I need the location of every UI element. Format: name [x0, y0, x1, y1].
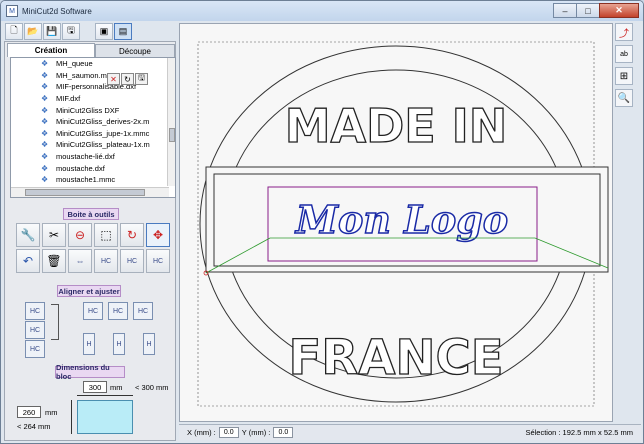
align-label: Aligner et ajuster: [57, 285, 121, 297]
duplicate-h-icon[interactable]: HC: [94, 249, 118, 273]
list-item[interactable]: ❖ MiniCut2Gliss_jupe-1x.mmc: [11, 128, 175, 140]
list-item[interactable]: ❖ MiniCut2Gliss DXF: [11, 104, 175, 116]
app-window: M MiniCut2d Software – □ ✕ 🗋 📂 💾 🖫 ▣ ▤ C…: [0, 0, 644, 444]
tab-decoupe[interactable]: Découpe: [95, 44, 175, 57]
logo-text: Mon Logo: [294, 197, 508, 242]
save-as-icon[interactable]: 💾: [43, 22, 61, 40]
right-toolbar: ⤴ ab ⊞ 🔍: [615, 23, 637, 111]
zoom-icon[interactable]: 🔍: [615, 89, 633, 107]
duplicate-v-icon[interactable]: HC: [120, 249, 144, 273]
distribute-right-icon[interactable]: H: [143, 333, 155, 355]
list-item[interactable]: ❖ MH_saumon.mmc: [11, 70, 175, 82]
title-bar: M MiniCut2d Software – □ ✕: [1, 1, 643, 21]
list-item[interactable]: ❖ MIF.dxf: [11, 93, 175, 105]
remove-node-icon[interactable]: ⊖: [68, 223, 92, 247]
align-bracket: [51, 304, 59, 340]
file-icon: ❖: [41, 128, 49, 138]
text-tool-icon[interactable]: ab: [615, 45, 633, 63]
distribute-left-icon[interactable]: H: [83, 333, 95, 355]
list-item[interactable]: ❖ MiniCut2Gliss_plateau-1x.m: [11, 139, 175, 151]
mirror-icon[interactable]: ⇔: [68, 249, 92, 273]
x-coordinate-value: 0.0: [218, 427, 239, 438]
close-button[interactable]: ✕: [599, 3, 639, 18]
open-folder-icon[interactable]: 📂: [24, 22, 42, 40]
scissors-icon[interactable]: ✂: [42, 223, 66, 247]
multi-view-icon[interactable]: ▤: [114, 22, 132, 40]
height-unit: mm: [45, 408, 58, 417]
window-title: MiniCut2d Software: [22, 6, 92, 16]
file-icon: ❖: [41, 175, 49, 185]
file-icon: ❖: [41, 140, 49, 150]
file-icon: ❖: [41, 163, 49, 173]
file-icon: ❖: [41, 152, 49, 162]
toolbox-grid: 🔧 ✂ ⊖ ⬚ ↻ ✥ ↶ 🗑 ⇔ HC HC HC: [16, 223, 170, 273]
file-icon: ❖: [41, 105, 49, 115]
y-coordinate-label: Y (mm) :: [241, 428, 271, 437]
height-input[interactable]: 260: [17, 406, 41, 418]
file-icon: ❖: [41, 70, 49, 80]
file-icon: ❖: [41, 94, 49, 104]
window-controls: – □ ✕: [553, 3, 639, 18]
width-unit: mm: [110, 383, 123, 392]
list-item[interactable]: ❖ MH_queue: [11, 58, 175, 70]
new-file-icon[interactable]: 🗋: [5, 22, 23, 40]
design-svg: MADE IN FRANCE Mon Logo: [197, 41, 609, 407]
x-coordinate-label: X (mm) :: [187, 428, 216, 437]
array-icon[interactable]: HC: [146, 249, 170, 273]
save-icon[interactable]: 🖫: [62, 22, 80, 40]
distribute-center-icon[interactable]: H: [113, 333, 125, 355]
undo-icon[interactable]: ↶: [16, 249, 40, 273]
align-middle-icon[interactable]: HC: [108, 302, 128, 320]
width-limit: < 300 mm: [135, 383, 169, 392]
width-input[interactable]: 300: [83, 381, 107, 393]
align-left-icon[interactable]: HC: [25, 302, 45, 320]
left-panel: Création Découpe ❖ MH_queue ❖ MH_saumon.mm…: [4, 41, 176, 441]
refresh-icon[interactable]: ↻: [121, 73, 134, 85]
align-right-icon[interactable]: HC: [25, 340, 45, 358]
file-icon: ❖: [41, 59, 49, 69]
width-arrow: [77, 395, 133, 396]
toolbox-label: Boite à outils: [63, 208, 119, 220]
dimensions-label: Dimensions du bloc: [55, 363, 125, 381]
block-preview: [77, 400, 133, 434]
file-tools: ✕ ↻ 🖫: [107, 73, 148, 85]
drawing-canvas[interactable]: MADE IN FRANCE Mon Logo: [179, 23, 613, 422]
main-toolbar: 🗋 📂 💾 🖫 ▣ ▤: [5, 22, 132, 40]
height-arrow: [71, 400, 72, 434]
list-item[interactable]: ❖ moustache.dxf: [11, 162, 175, 174]
align-top-icon[interactable]: HC: [83, 302, 103, 320]
curve-tool-icon[interactable]: ⤴: [615, 23, 633, 41]
height-limit: < 264 mm: [17, 422, 51, 431]
panel-tabs: Création Découpe: [7, 43, 175, 57]
tab-creation[interactable]: Création: [7, 43, 95, 57]
file-icon: ❖: [41, 117, 49, 127]
maximize-button[interactable]: □: [576, 3, 600, 18]
measure-tool-icon[interactable]: 🔧: [16, 223, 40, 247]
status-bar: X (mm) : 0.0 Y (mm) : 0.0 Sélection : 19…: [179, 424, 641, 440]
list-item[interactable]: ❖ moustache1.mmc: [11, 174, 175, 186]
export-icon[interactable]: ⊞: [615, 67, 633, 85]
minicut-icon: M: [6, 5, 18, 17]
list-item[interactable]: ❖ MiniCut2Gliss_derives-2x.m: [11, 116, 175, 128]
minimize-button[interactable]: –: [553, 3, 577, 18]
selection-size: Sélection : 192.5 mm x 52.5 mm: [525, 428, 633, 437]
made-in-text: MADE IN: [285, 99, 508, 153]
single-view-icon[interactable]: ▣: [95, 22, 113, 40]
file-list-hscroll[interactable]: [11, 187, 169, 197]
file-list-vscroll[interactable]: [167, 58, 175, 186]
align-center-h-icon[interactable]: HC: [25, 321, 45, 339]
move-icon[interactable]: ✥: [146, 223, 170, 247]
save-file-icon[interactable]: 🖫: [135, 73, 148, 85]
delete-icon[interactable]: ✕: [107, 73, 120, 85]
select-box-icon[interactable]: ⬚: [94, 223, 118, 247]
y-coordinate-value: 0.0: [273, 427, 294, 438]
delete-tool-icon[interactable]: 🗑: [42, 249, 66, 273]
file-list[interactable]: ❖ MH_queue ❖ MH_saumon.mmc ❖ MIF-personnali…: [10, 57, 176, 198]
file-icon: ❖: [41, 82, 49, 92]
france-text: FRANCE: [288, 330, 503, 386]
align-bottom-icon[interactable]: HC: [133, 302, 153, 320]
list-item[interactable]: ❖ moustache-lié.dxf: [11, 151, 175, 163]
list-item[interactable]: ❖ MIF-personnalisable.dxf: [11, 81, 175, 93]
rotate-icon[interactable]: ↻: [120, 223, 144, 247]
